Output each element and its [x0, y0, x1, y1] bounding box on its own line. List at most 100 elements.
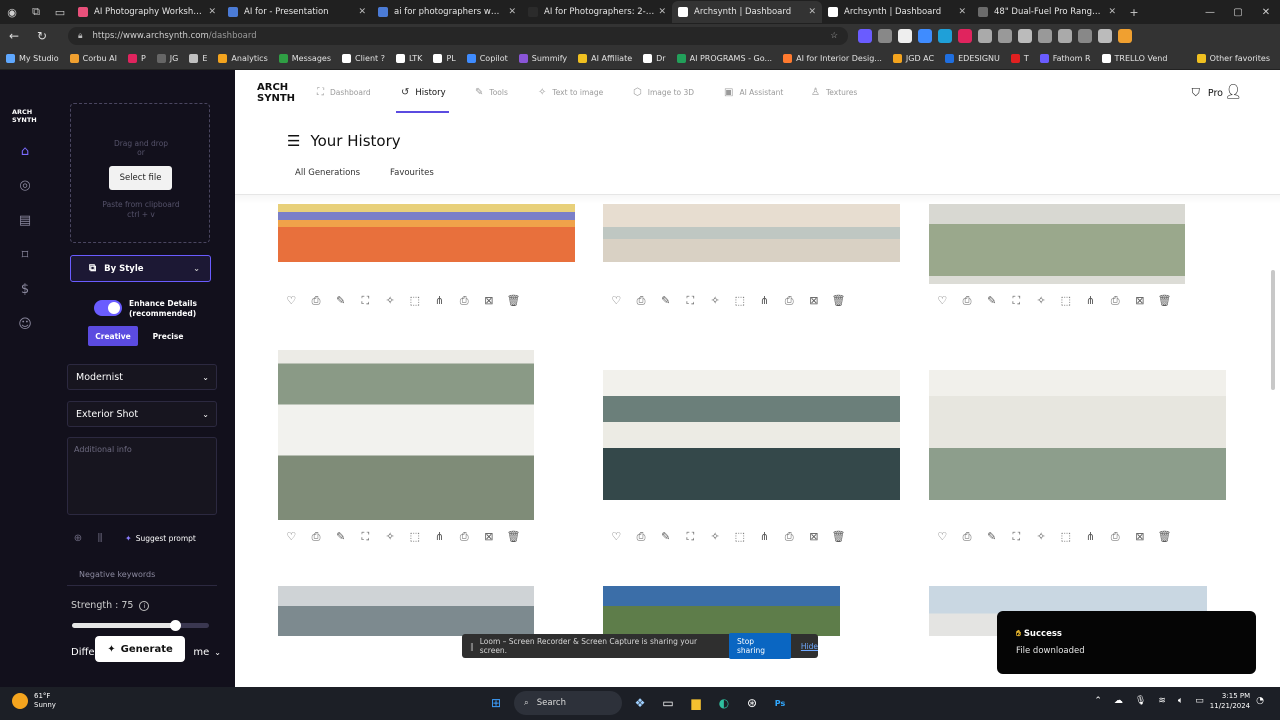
- wifi-icon[interactable]: ≋: [1158, 696, 1166, 706]
- refresh-icon[interactable]: ↻: [28, 29, 56, 43]
- save-file-icon[interactable]: ⎙: [1103, 530, 1128, 544]
- delete-icon[interactable]: 🗑︎: [501, 294, 526, 308]
- remove-bg-icon[interactable]: ⊠: [1128, 530, 1153, 544]
- extension-icon[interactable]: [918, 29, 932, 43]
- battery-icon[interactable]: ▭: [1195, 696, 1204, 706]
- close-tab-icon[interactable]: ✕: [958, 7, 966, 17]
- bookmark-item[interactable]: JG: [156, 54, 178, 63]
- mic-icon[interactable]: 🎙︎: [1135, 696, 1146, 706]
- filter-favourites[interactable]: Favourites: [390, 168, 434, 178]
- download-icon[interactable]: ⎙: [629, 530, 654, 544]
- negative-keywords-input[interactable]: Negative keywords: [67, 564, 217, 586]
- maximize-icon[interactable]: ▢: [1224, 7, 1252, 18]
- extension-icon[interactable]: [1018, 29, 1032, 43]
- nav-image-to-3d[interactable]: ⬡ Image to 3D: [633, 87, 694, 98]
- download-icon[interactable]: ⎙: [304, 294, 329, 308]
- select-region-icon[interactable]: ⬚: [727, 530, 752, 544]
- extension-icon[interactable]: [1078, 29, 1092, 43]
- nav-text-to-image[interactable]: ✧ Text to image: [538, 87, 603, 98]
- bookmark-item[interactable]: Copilot: [466, 54, 508, 63]
- billing-icon[interactable]: $: [15, 280, 35, 300]
- bookmark-item[interactable]: Summify: [518, 54, 567, 63]
- magic-icon[interactable]: ✧: [1029, 530, 1054, 544]
- stop-sharing-button[interactable]: Stop sharing: [729, 633, 791, 659]
- bookmark-item[interactable]: E: [189, 54, 207, 63]
- extension-icon[interactable]: [978, 29, 992, 43]
- select-region-icon[interactable]: ⬚: [1053, 530, 1078, 544]
- extension-icon[interactable]: [998, 29, 1012, 43]
- edit-icon[interactable]: ✎: [328, 294, 353, 308]
- home-icon[interactable]: ⌂: [15, 142, 35, 162]
- select-file-button[interactable]: Select file: [109, 166, 172, 190]
- heart-icon[interactable]: ♡: [930, 294, 955, 308]
- rail-logo[interactable]: ARCH SYNTH: [12, 108, 42, 124]
- bookmark-item[interactable]: Messages: [278, 54, 331, 63]
- volume-icon[interactable]: 🔈︎: [1178, 696, 1183, 706]
- nav-dashboard[interactable]: ⛶ Dashboard: [317, 87, 371, 98]
- history-image-card[interactable]: [603, 370, 900, 500]
- delete-icon[interactable]: 🗑︎: [826, 294, 851, 308]
- select-region-icon[interactable]: ⬚: [1053, 294, 1078, 308]
- browser-tab[interactable]: 48" Dual-Fuel Pro Range with ✕: [972, 1, 1122, 23]
- pro-badge[interactable]: ⛉ Pro: [1192, 86, 1223, 100]
- upscale-icon[interactable]: ⛶: [678, 530, 703, 544]
- strength-slider[interactable]: [72, 620, 209, 631]
- browser-tab[interactable]: AI for Photographers: 2-Day ✕: [522, 1, 672, 23]
- extension-icon[interactable]: [1038, 29, 1052, 43]
- remove-bg-icon[interactable]: ⊠: [477, 294, 502, 308]
- nav-textures[interactable]: ♙ Textures: [811, 87, 857, 98]
- enhance-details-toggle[interactable]: [94, 300, 122, 316]
- extension-icon[interactable]: [1098, 29, 1112, 43]
- filter-all-generations[interactable]: All Generations: [295, 168, 360, 178]
- task-view-icon[interactable]: ▭: [656, 691, 680, 715]
- file-explorer-icon[interactable]: ▆: [684, 691, 708, 715]
- edit-icon[interactable]: ✎: [979, 294, 1004, 308]
- download-icon[interactable]: ⎙: [955, 294, 980, 308]
- magic-icon[interactable]: ✧: [703, 530, 728, 544]
- share-icon[interactable]: ⋔: [1078, 530, 1103, 544]
- library-icon[interactable]: ▤: [15, 211, 35, 231]
- magic-icon[interactable]: ✧: [378, 294, 403, 308]
- bookmark-item[interactable]: Client ?: [341, 54, 385, 63]
- save-file-icon[interactable]: ⎙: [452, 294, 477, 308]
- delete-icon[interactable]: 🗑︎: [1152, 530, 1177, 544]
- edit-icon[interactable]: ✎: [653, 294, 678, 308]
- delete-icon[interactable]: 🗑︎: [1152, 294, 1177, 308]
- chevron-up-icon[interactable]: ⌃: [1094, 696, 1102, 706]
- user-icon[interactable]: 👤︎: [1224, 84, 1242, 100]
- upscale-icon[interactable]: ⛶: [353, 294, 378, 308]
- photoshop-icon[interactable]: Ps: [768, 691, 792, 715]
- download-icon[interactable]: ⎙: [629, 294, 654, 308]
- heart-icon[interactable]: ♡: [930, 530, 955, 544]
- magic-icon[interactable]: ✧: [1029, 294, 1054, 308]
- other-favorites[interactable]: Other favorites: [1196, 54, 1270, 63]
- close-tab-icon[interactable]: ✕: [1108, 7, 1116, 17]
- share-icon[interactable]: ⋔: [427, 294, 452, 308]
- close-tab-icon[interactable]: ✕: [358, 7, 366, 17]
- tab-actions-icon[interactable]: ▭: [48, 0, 72, 24]
- nav-tools[interactable]: ✎ Tools: [475, 87, 508, 98]
- close-tab-icon[interactable]: ✕: [658, 7, 666, 17]
- upscale-icon[interactable]: ⛶: [1004, 294, 1029, 308]
- notifications-icon[interactable]: ◔: [1256, 696, 1264, 706]
- select-region-icon[interactable]: ⬚: [402, 294, 427, 308]
- heart-icon[interactable]: ♡: [604, 530, 629, 544]
- bookmark-item[interactable]: AI Affiliate: [578, 54, 632, 63]
- bookmark-item[interactable]: T: [1010, 54, 1029, 63]
- extension-icon[interactable]: [858, 29, 872, 43]
- edit-icon[interactable]: ✎: [653, 530, 678, 544]
- minimize-icon[interactable]: —: [1196, 7, 1224, 18]
- mode-dropdown[interactable]: ⧉ By Style ⌄: [70, 255, 211, 282]
- save-file-icon[interactable]: ⎙: [452, 530, 477, 544]
- close-tab-icon[interactable]: ✕: [208, 7, 216, 17]
- generate-button[interactable]: ✦ Generate: [95, 636, 185, 662]
- save-file-icon[interactable]: ⎙: [777, 530, 802, 544]
- back-icon[interactable]: ←: [0, 29, 28, 43]
- upscale-icon[interactable]: ⛶: [353, 530, 378, 544]
- extension-icon[interactable]: [898, 29, 912, 43]
- history-image-card[interactable]: [278, 204, 575, 262]
- bookmark-item[interactable]: TRELLO Vend: [1101, 54, 1167, 63]
- heart-icon[interactable]: ♡: [279, 530, 304, 544]
- history-image-card[interactable]: [603, 586, 840, 636]
- shot-type-select[interactable]: Exterior Shot ⌄: [67, 401, 217, 427]
